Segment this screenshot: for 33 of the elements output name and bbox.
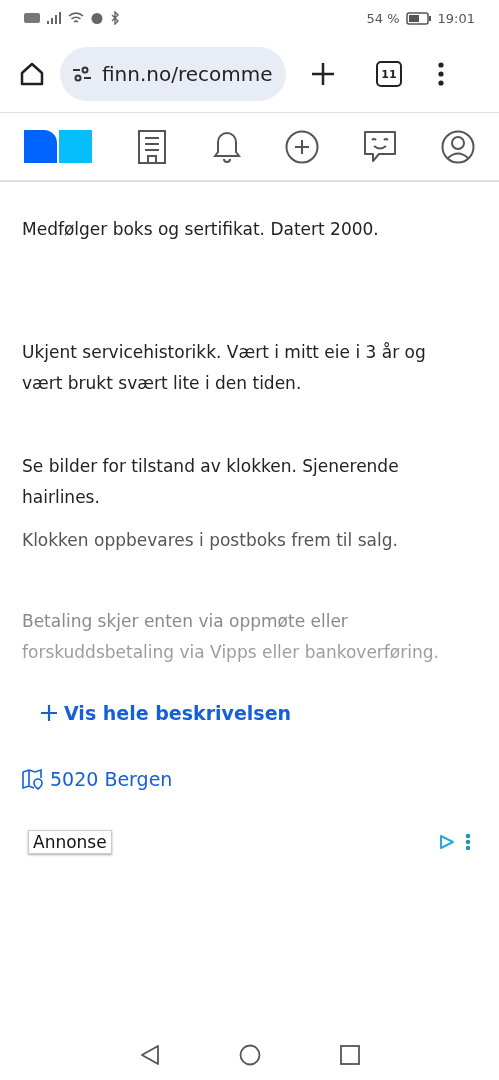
bluetooth-icon [110,11,120,25]
description-paragraph: Medfølger boks og sertifikat. Datert 2000. [22,218,380,241]
signal-icon [46,11,62,25]
profile-icon[interactable] [441,129,475,164]
battery-icon [405,11,432,25]
menu-icon[interactable] [438,62,444,86]
back-icon[interactable] [138,1044,161,1066]
map-pin-icon [22,768,44,790]
address-bar[interactable]: finn.no/recomme [60,47,286,101]
home-icon[interactable] [238,1044,261,1066]
ad-choices-icon[interactable] [439,834,455,850]
ad-label: Annonse [28,830,112,854]
new-tab-button[interactable] [310,61,336,87]
bell-icon[interactable] [211,129,242,164]
show-more-button[interactable]: Vis hele beskrivelsen [40,702,292,724]
battery-percentage: 54 % [366,10,400,26]
more-options-icon[interactable] [465,833,471,851]
recents-icon[interactable] [338,1044,361,1066]
description-paragraph: Ukjent servicehistorikk. Vært i mitt eie i 3 år og vært brukt svært lite i den tiden. [22,341,427,395]
plus-circle-icon[interactable] [285,129,320,164]
building-icon[interactable] [135,129,168,164]
home-button[interactable] [18,60,46,88]
description-paragraph: Se bilder for tilstand av klokken. Sjenerende hairlines. [22,455,400,509]
logo-icon[interactable] [24,130,92,163]
tab-switcher-button[interactable]: 11 [376,61,402,87]
plus-icon [40,704,58,722]
wifi-icon [68,11,84,25]
clock-time: 19:01 [437,10,475,26]
description-paragraph: Betaling skjer enten via oppmøte eller forskuddsbetaling via Vipps eller bankoverføring. [22,610,439,664]
description-paragraph: Klokken oppbevares i postboks frem til salg. [22,529,399,552]
location-link[interactable]: 5020 Bergen [22,768,439,790]
chat-icon[interactable] [363,129,398,164]
site-settings-icon[interactable] [72,66,92,82]
